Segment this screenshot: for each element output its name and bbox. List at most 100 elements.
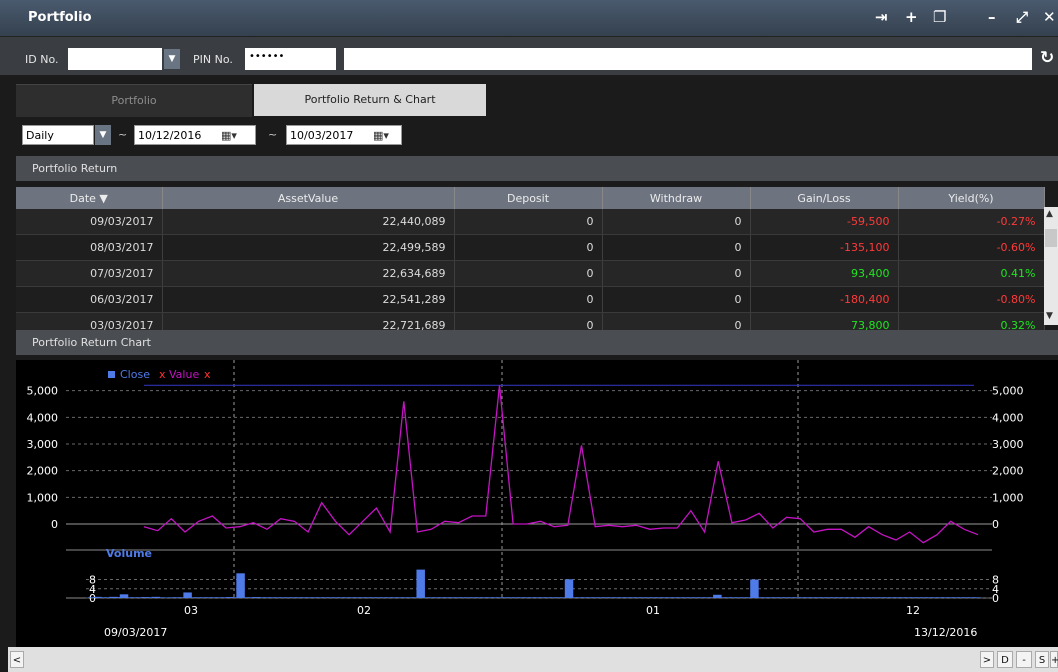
add-icon[interactable]: + (905, 9, 918, 25)
column-header-yield[interactable]: Yield(%) (898, 187, 1045, 209)
withdraw-cell: 0 (602, 234, 751, 261)
scroll-left-button[interactable]: < (10, 651, 24, 668)
table-row[interactable]: 08/03/2017 22,499,589 0 0 -135,100 -0.60… (16, 234, 1045, 261)
volume-bar (564, 579, 574, 598)
volume-bar (972, 597, 982, 598)
from-date-input[interactable]: 10/12/2016 ▦▾ (134, 125, 256, 145)
title-bar (0, 0, 1058, 37)
chart-scroll-bar[interactable] (8, 647, 1058, 672)
asset-value-cell: 22,440,089 (162, 209, 455, 235)
column-header-asset-value[interactable]: AssetValue (162, 187, 455, 209)
deposit-cell: 0 (454, 260, 603, 287)
gain-loss-cell: -180,400 (750, 286, 899, 313)
x-tick-label: 03 (184, 604, 198, 617)
from-date-value: 10/12/2016 (138, 129, 202, 142)
gain-loss-cell: -59,500 (750, 209, 899, 235)
y-tick-label-right: 5,000 (992, 385, 1024, 398)
id-dropdown-icon[interactable]: ▼ (164, 49, 180, 69)
account-name-field[interactable] (344, 48, 1032, 70)
column-header-withdraw[interactable]: Withdraw (602, 187, 751, 209)
portfolio-chart-header: Portfolio Return Chart (16, 330, 1058, 355)
return-chart[interactable]: 0 0 1,000 1,000 2,000 2,000 3,000 3,000 4,000 4,0… (16, 360, 1058, 647)
y-tick-label-left: 2,000 (27, 465, 59, 478)
pin-input[interactable]: •••••• (245, 48, 336, 70)
calendar-icon[interactable]: ▦▾ (373, 126, 389, 146)
scroll-up-icon[interactable]: ▲ (1046, 209, 1053, 219)
volume-label: Volume (106, 547, 152, 560)
yield-cell: -0.60% (898, 234, 1045, 261)
y-tick-label-right: 4,000 (992, 411, 1024, 424)
value-series-line (143, 385, 979, 544)
yield-cell: -0.80% (898, 286, 1045, 313)
maximize-icon[interactable]: ⤢ (1016, 9, 1028, 25)
y-tick-label-right: 3,000 (992, 438, 1024, 451)
x-tick-label: 12 (906, 604, 920, 617)
minimize-icon[interactable]: – (988, 9, 996, 25)
deposit-cell: 0 (454, 286, 603, 313)
legend-close-label: Close (120, 368, 150, 381)
y-tick-label-right: 0 (992, 518, 999, 531)
to-separator: ~ (268, 128, 278, 141)
volume-tick-label-left: 8 (89, 574, 96, 587)
table-row[interactable]: 07/03/2017 22,634,689 0 0 93,400 0.41% (16, 260, 1045, 287)
asset-value-cell: 22,634,689 (162, 260, 455, 287)
zoom-in-button[interactable]: + (1050, 651, 1058, 668)
column-header-gain-loss[interactable]: Gain/Loss (750, 187, 899, 209)
tab-portfolio[interactable]: Portfolio (16, 84, 252, 117)
table-row[interactable]: 09/03/2017 22,440,089 0 0 -59,500 -0.27% (16, 209, 1045, 235)
close-icon[interactable]: ✕ (1043, 9, 1056, 25)
volume-bar (236, 573, 245, 598)
zoom-out-button[interactable]: - (1016, 651, 1032, 668)
y-tick-label-left: 0 (51, 518, 58, 531)
x-tick-label: 01 (646, 604, 660, 617)
period-select[interactable]: Daily (22, 125, 94, 145)
id-input[interactable] (68, 48, 162, 70)
asset-value-cell: 22,541,289 (162, 286, 455, 313)
table-scrollbar[interactable]: ▲ ▼ (1044, 207, 1058, 325)
scroll-right-button[interactable]: > (980, 651, 994, 668)
table-row[interactable]: 06/03/2017 22,541,289 0 0 -180,400 -0.80… (16, 286, 1045, 313)
x-tick-label: 02 (357, 604, 371, 617)
asset-value-cell: 22,499,589 (162, 234, 455, 261)
chart-area: 0 0 1,000 1,000 2,000 2,000 3,000 3,000 4,000 4,0… (16, 360, 1058, 647)
scroll-down-icon[interactable]: ▼ (1046, 311, 1053, 321)
date-cell: 06/03/2017 (16, 286, 163, 313)
from-separator: ~ (118, 128, 128, 141)
legend-close-swatch (108, 371, 115, 378)
column-header-date[interactable]: Date ▼ (16, 187, 163, 209)
restore-window-icon[interactable]: ❐ (933, 9, 946, 25)
tab-portfolio-return-chart[interactable]: Portfolio Return & Chart (254, 84, 486, 116)
legend-value-remove-icon: x (204, 368, 211, 381)
y-tick-label-right: 1,000 (992, 491, 1024, 504)
day-button[interactable]: D (997, 651, 1013, 668)
pin-label: PIN No. (193, 53, 233, 66)
period-dropdown-icon[interactable]: ▼ (95, 125, 111, 145)
y-tick-label-left: 5,000 (27, 385, 59, 398)
volume-bar (750, 579, 759, 598)
import-icon[interactable]: ⇥ (875, 9, 888, 25)
y-tick-label-right: 2,000 (992, 465, 1024, 478)
x-start-date-label: 09/03/2017 (104, 626, 167, 639)
to-date-value: 10/03/2017 (290, 129, 354, 142)
to-date-input[interactable]: 10/03/2017 ▦▾ (286, 125, 402, 145)
window-title: Portfolio (28, 10, 92, 25)
gain-loss-cell: 93,400 (750, 260, 899, 287)
yield-cell: 0.41% (898, 260, 1045, 287)
refresh-icon[interactable]: ↻ (1040, 48, 1054, 68)
scrollbar-thumb[interactable] (1045, 229, 1057, 247)
y-tick-label-left: 1,000 (27, 491, 59, 504)
legend-value-label: Value (169, 368, 199, 381)
gain-loss-cell: -135,100 (750, 234, 899, 261)
withdraw-cell: 0 (602, 209, 751, 235)
volume-bar (183, 592, 192, 598)
y-tick-label-left: 3,000 (27, 438, 59, 451)
portfolio-return-table: Date ▼ AssetValue Deposit Withdraw Gain/… (16, 187, 1045, 339)
s-button[interactable]: S (1035, 651, 1049, 668)
x-end-date-label: 13/12/2016 (914, 626, 977, 639)
withdraw-cell: 0 (602, 260, 751, 287)
withdraw-cell: 0 (602, 286, 751, 313)
yield-cell: -0.27% (898, 209, 1045, 235)
portfolio-return-header: Portfolio Return (16, 156, 1058, 181)
column-header-deposit[interactable]: Deposit (454, 187, 603, 209)
calendar-icon[interactable]: ▦▾ (221, 126, 237, 146)
